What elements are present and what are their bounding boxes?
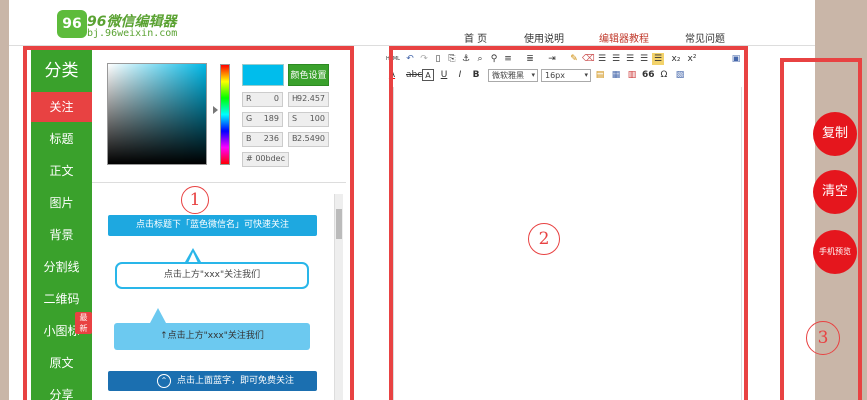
highlight-box-2	[389, 46, 748, 400]
marker-2: 2	[528, 223, 560, 255]
clear-button[interactable]: 清空	[813, 170, 857, 214]
nav-instructions[interactable]: 使用说明	[524, 30, 564, 45]
nav-home[interactable]: 首 页	[464, 30, 487, 45]
marker-3: 3	[806, 321, 840, 355]
logo[interactable]: 96 96微信编辑器 bj.96weixin.com	[57, 8, 197, 42]
nav-faq[interactable]: 常见问题	[685, 30, 725, 45]
header: 96 96微信编辑器 bj.96weixin.com 首 页 使用说明 编辑器教…	[9, 0, 815, 46]
mobile-preview-button[interactable]: 手机预览	[813, 230, 857, 274]
marker-1: 1	[181, 186, 209, 214]
copy-button[interactable]: 复制	[813, 112, 857, 156]
nav-tutorial[interactable]: 编辑器教程	[599, 30, 649, 45]
logo-url: bj.96weixin.com	[87, 28, 178, 39]
highlight-box-1	[23, 46, 354, 400]
logo-badge: 96	[57, 10, 87, 38]
